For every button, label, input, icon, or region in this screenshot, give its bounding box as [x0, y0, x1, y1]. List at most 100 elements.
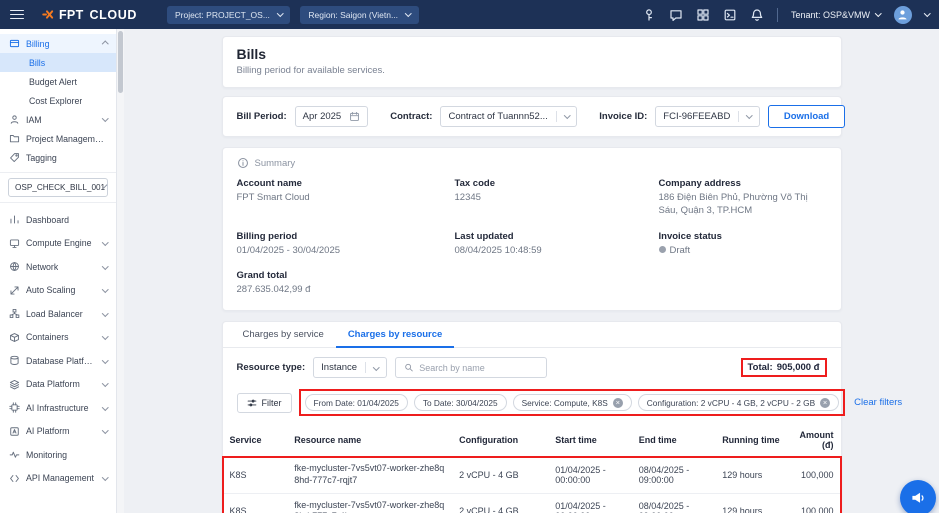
sidebar-item-compute-engine[interactable]: Compute Engine — [0, 232, 116, 256]
sidebar-item-label: AI Infrastructure — [26, 403, 89, 413]
pulse-icon — [9, 449, 20, 460]
chat-icon[interactable] — [669, 8, 683, 22]
sidebar-item-containers[interactable]: Containers — [0, 326, 116, 350]
scrollbar-thumb[interactable] — [118, 31, 123, 93]
summary-tax-code: Tax code 12345 — [455, 178, 659, 218]
sidebar-divider — [0, 202, 116, 203]
chevron-down-icon — [104, 185, 108, 189]
user-icon — [9, 114, 20, 125]
sidebar-item-budget-alert[interactable]: Budget Alert — [0, 72, 116, 91]
resource-type-value: Instance — [321, 362, 357, 373]
sidebar-item-label: Monitoring — [26, 450, 67, 460]
code-brackets-icon — [9, 473, 20, 484]
total-annotation-box: Total: 905,000 đ — [741, 358, 827, 377]
avatar[interactable] — [894, 6, 912, 24]
sidebar-item-ai-platform[interactable]: AI Platform — [0, 420, 116, 444]
chevron-down-icon — [102, 474, 108, 480]
chevron-down-icon — [102, 239, 108, 245]
key-icon[interactable] — [642, 8, 656, 22]
sidebar-divider — [0, 172, 116, 173]
cell-resource: fke-mycluster-7vs5vt07-worker-zhe8q8hd-7… — [287, 493, 452, 513]
tag-icon — [9, 152, 20, 163]
table-header-row: Service Resource name Configuration Star… — [223, 424, 841, 457]
chip-close-icon[interactable]: × — [820, 398, 830, 408]
chip-close-icon[interactable]: × — [613, 398, 623, 408]
region-selector[interactable]: Region: Saigon (Vietn... — [300, 6, 418, 24]
col-service: Service — [223, 424, 288, 457]
filter-sliders-icon — [247, 398, 257, 408]
sidebar-item-label: Containers — [26, 332, 69, 342]
chevron-down-icon — [102, 286, 108, 292]
tenant-menu[interactable]: Tenant: OSP&VMW — [791, 10, 881, 20]
navbar-divider — [777, 8, 778, 22]
terminal-icon[interactable] — [723, 8, 737, 22]
summary-grand-total: Grand total 287.635.042,99 đ — [237, 270, 455, 297]
sidebar-item-cost-explorer[interactable]: Cost Explorer — [0, 91, 116, 110]
summary-billing-period: Billing period 01/04/2025 - 30/04/2025 — [237, 231, 455, 258]
clear-filters-link[interactable]: Clear filters — [854, 397, 902, 408]
sidebar-item-label: Data Platform — [26, 379, 80, 389]
filters-annotation-box: From Date: 01/04/2025 To Date: 30/04/202… — [299, 389, 846, 416]
col-running-time: Running time — [715, 424, 790, 457]
search-box — [395, 357, 547, 378]
sidebar-item-label: AI Platform — [26, 426, 70, 436]
download-button[interactable]: Download — [768, 105, 845, 128]
project-selector[interactable]: Project: PROJECT_OS... — [167, 6, 290, 24]
sidebar-item-database-platform[interactable]: Database Platform — [0, 349, 116, 373]
apps-grid-icon[interactable] — [696, 8, 710, 22]
chevron-down-icon — [102, 404, 108, 410]
search-input[interactable] — [419, 363, 537, 373]
chip-label: From Date: 01/04/2025 — [314, 398, 399, 408]
sidebar-item-ai-infrastructure[interactable]: AI Infrastructure — [0, 396, 116, 420]
tab-charges-by-resource[interactable]: Charges by resource — [336, 322, 455, 348]
summary-company-address: Company address 186 Điện Biên Phủ, Phườn… — [659, 178, 827, 218]
chip-icon — [9, 402, 20, 413]
sidebar-item-load-balancer[interactable]: Load Balancer — [0, 302, 116, 326]
sidebar-item-dashboard[interactable]: Dashboard — [0, 208, 116, 232]
tax-code-label: Tax code — [455, 178, 659, 189]
menu-icon[interactable] — [10, 10, 24, 20]
project-select-dropdown[interactable]: OSP_CHECK_BILL_001 — [8, 178, 108, 197]
box-icon — [9, 332, 20, 343]
sidebar-item-label: Network — [26, 262, 58, 272]
tab-charges-by-service[interactable]: Charges by service — [231, 322, 336, 347]
fpt-cloud-logo[interactable]: FPT CLOUD — [42, 8, 137, 22]
sidebar-item-tagging[interactable]: Tagging — [0, 148, 116, 167]
sidebar-item-label: Dashboard — [26, 215, 69, 225]
summary-invoice-status: Invoice status Draft — [659, 231, 827, 258]
feedback-button[interactable] — [900, 480, 936, 513]
filter-chip-to-date[interactable]: To Date: 30/04/2025 — [414, 394, 507, 411]
grand-total-value: 287.635.042,99 đ — [237, 284, 455, 297]
chevron-down-icon[interactable] — [924, 10, 930, 16]
cell-configuration: 2 vCPU - 4 GB — [452, 493, 548, 513]
sidebar-item-monitoring[interactable]: Monitoring — [0, 443, 116, 467]
filter-chip-from-date[interactable]: From Date: 01/04/2025 — [305, 394, 408, 411]
main-area: Bills Billing period for available servi… — [124, 29, 939, 513]
cell-resource: fke-mycluster-7vs5vt07-worker-zhe8q8hd-7… — [287, 457, 452, 493]
filter-chip-service[interactable]: Service: Compute, K8S × — [513, 394, 632, 411]
filter-button[interactable]: Filter — [237, 393, 292, 413]
sidebar-item-auto-scaling[interactable]: Auto Scaling — [0, 279, 116, 303]
sidebar-item-label: API Management — [26, 473, 94, 483]
bill-period-input[interactable]: Apr 2025 — [295, 106, 369, 127]
contract-select[interactable]: Contract of Tuannn52... — [440, 106, 577, 127]
sidebar-item-billing[interactable]: Billing — [0, 34, 116, 53]
info-icon — [237, 157, 249, 169]
filter-row: Filter From Date: 01/04/2025 To Date: 30… — [223, 384, 841, 424]
sidebar-item-bills[interactable]: Bills — [0, 53, 116, 72]
resource-type-select[interactable]: Instance — [313, 357, 386, 378]
sidebar-item-network[interactable]: Network — [0, 255, 116, 279]
sidebar-item-label: Auto Scaling — [26, 285, 75, 295]
vertical-scrollbar — [117, 29, 124, 513]
invoice-id-select[interactable]: FCI-96FEEABD — [655, 106, 760, 127]
filter-chip-configuration[interactable]: Configuration: 2 vCPU - 4 GB, 2 vCPU - 2… — [638, 394, 839, 411]
sidebar-item-project-management[interactable]: Project Management — [0, 129, 116, 148]
navbar-actions: Tenant: OSP&VMW — [642, 6, 929, 24]
notification-bell-icon[interactable] — [750, 8, 764, 22]
billing-card-icon — [9, 38, 20, 49]
sidebar-item-iam[interactable]: IAM — [0, 110, 116, 129]
status-dot — [659, 246, 666, 253]
last-updated-label: Last updated — [455, 231, 659, 242]
sidebar-item-api-management[interactable]: API Management — [0, 467, 116, 491]
sidebar-item-data-platform[interactable]: Data Platform — [0, 373, 116, 397]
